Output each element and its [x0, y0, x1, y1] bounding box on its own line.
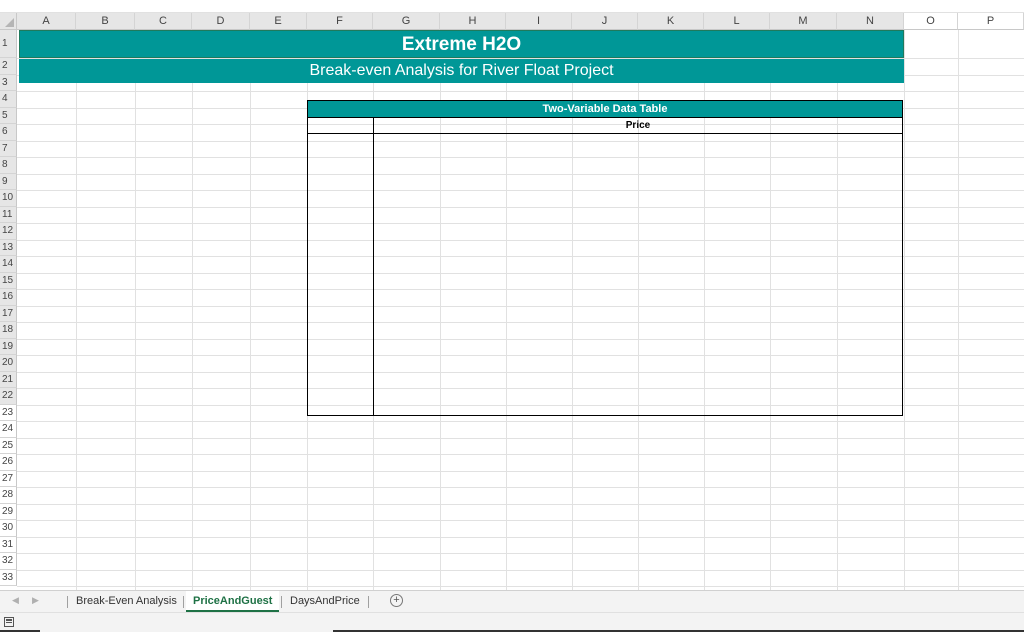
row-header-29[interactable]: 29 — [0, 503, 17, 520]
row-header-32[interactable]: 32 — [0, 553, 17, 570]
column-header-d[interactable]: D — [192, 13, 250, 30]
row-header-21[interactable]: 21 — [0, 371, 17, 388]
row-header-22[interactable]: 22 — [0, 388, 17, 405]
row-header-11[interactable]: 11 — [0, 206, 17, 223]
data-table-header-line — [307, 133, 903, 134]
row-header-18[interactable]: 18 — [0, 322, 17, 339]
tab-separator — [183, 596, 184, 608]
row-gridline — [17, 503, 1024, 505]
row-header-8[interactable]: 8 — [0, 157, 17, 174]
spreadsheet-grid[interactable]: ABCDEFGHIJKLMNOP 1 2 3 4 5 6 7 8 9 10 11 12 13 14 15 16… — [0, 0, 1024, 590]
column-header-k[interactable]: K — [638, 13, 704, 30]
tab-days-and-price[interactable]: DaysAndPrice — [283, 591, 367, 612]
column-gridline — [76, 30, 77, 590]
row-gridline — [17, 586, 1024, 587]
column-gridline — [904, 30, 905, 590]
column-header-h[interactable]: H — [440, 13, 506, 30]
tab-break-even-analysis[interactable]: Break-Even Analysis — [69, 591, 184, 612]
column-header-p[interactable]: P — [958, 13, 1024, 30]
row-gridline — [17, 470, 1024, 472]
status-bar — [0, 612, 1024, 632]
data-table-header-cell[interactable]: Two-Variable Data Table — [307, 100, 903, 118]
row-header-17[interactable]: 17 — [0, 305, 17, 322]
row-header-13[interactable]: 13 — [0, 239, 17, 256]
row-header-30[interactable]: 30 — [0, 520, 17, 537]
row-gridline — [17, 520, 1024, 521]
column-header-m[interactable]: M — [770, 13, 837, 30]
row-header-27[interactable]: 27 — [0, 470, 17, 487]
row-header-7[interactable]: 7 — [0, 140, 17, 157]
add-sheet-icon[interactable]: + — [390, 594, 403, 607]
row-header-1[interactable]: 1 — [0, 30, 17, 58]
tab-separator — [281, 596, 282, 608]
row-header-10[interactable]: 10 — [0, 190, 17, 207]
data-table-divider — [373, 117, 374, 416]
column-header-o[interactable]: O — [904, 13, 958, 30]
row-header-26[interactable]: 26 — [0, 454, 17, 471]
row-header-23[interactable]: 23 — [0, 404, 17, 421]
row-header-5[interactable]: 5 — [0, 107, 17, 124]
formula-bar-edge — [0, 0, 1024, 13]
row-header-9[interactable]: 9 — [0, 173, 17, 190]
column-header-f[interactable]: F — [307, 13, 373, 30]
row-header-6[interactable]: 6 — [0, 124, 17, 141]
row-gridline — [17, 553, 1024, 554]
row-gridline — [17, 454, 1024, 455]
row-header-33[interactable]: 33 — [0, 569, 17, 586]
sheet-title-cell[interactable]: Extreme H2O — [19, 30, 904, 58]
sheet-subtitle: Break-even Analysis for River Float Proj… — [309, 62, 614, 79]
column-header-c[interactable]: C — [135, 13, 192, 30]
row-header-2[interactable]: 2 — [0, 58, 17, 75]
data-table-price-label[interactable]: Price — [374, 118, 902, 133]
scroll-tabs-right-icon[interactable]: ▶ — [32, 595, 39, 606]
column-gridline — [958, 30, 959, 590]
row-header-16[interactable]: 16 — [0, 289, 17, 306]
sheet-tab-bar: ◀ ▶ Break-Even Analysis PriceAndGuest Da… — [0, 590, 1024, 612]
row-gridline — [17, 569, 1024, 571]
row-header-19[interactable]: 19 — [0, 338, 17, 355]
row-gridline — [17, 536, 1024, 538]
row-gridline — [17, 487, 1024, 488]
column-header-e[interactable]: E — [250, 13, 307, 30]
row-header-3[interactable]: 3 — [0, 74, 17, 91]
sheet-status-icon[interactable] — [4, 617, 14, 627]
sheet-subtitle-cell[interactable]: Break-even Analysis for River Float Proj… — [19, 59, 904, 83]
tab-separator — [67, 596, 68, 608]
row-header-4[interactable]: 4 — [0, 91, 17, 108]
select-all-corner[interactable] — [0, 13, 17, 30]
row-header-12[interactable]: 12 — [0, 223, 17, 240]
column-header-j[interactable]: J — [572, 13, 638, 30]
row-header-25[interactable]: 25 — [0, 437, 17, 454]
sheet-title: Extreme H2O — [401, 34, 522, 55]
column-header-b[interactable]: B — [76, 13, 135, 30]
row-header-31[interactable]: 31 — [0, 536, 17, 553]
row-gridline — [17, 91, 1024, 92]
column-header-g[interactable]: G — [373, 13, 440, 30]
column-header-l[interactable]: L — [704, 13, 770, 30]
column-header-a[interactable]: A — [17, 13, 76, 30]
column-header-i[interactable]: I — [506, 13, 572, 30]
data-table-header: Two-Variable Data Table — [542, 103, 668, 115]
data-table-body[interactable] — [307, 117, 903, 416]
row-gridline — [17, 421, 1024, 422]
column-header-n[interactable]: N — [837, 13, 904, 30]
row-header-14[interactable]: 14 — [0, 256, 17, 273]
tab-price-and-guest[interactable]: PriceAndGuest — [186, 591, 280, 612]
scroll-tabs-left-icon[interactable]: ◀ — [12, 595, 19, 606]
row-header-15[interactable]: 15 — [0, 272, 17, 289]
column-gridline — [135, 30, 136, 590]
column-gridline — [192, 30, 193, 590]
row-header-20[interactable]: 20 — [0, 355, 17, 372]
row-header-24[interactable]: 24 — [0, 421, 17, 438]
row-header-28[interactable]: 28 — [0, 487, 17, 504]
row-gridline — [17, 437, 1024, 439]
column-gridline — [250, 30, 251, 590]
tab-separator — [368, 596, 369, 608]
